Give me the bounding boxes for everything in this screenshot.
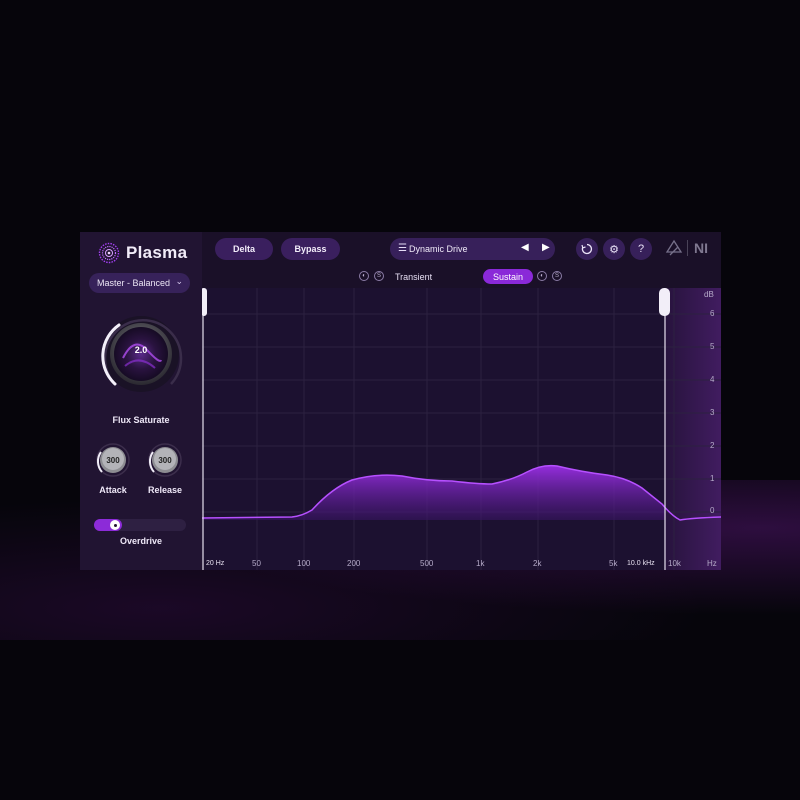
release-value: 300 [158, 455, 172, 465]
overdrive-toggle-thumb [110, 520, 120, 530]
hz-tick-50: 50 [252, 559, 261, 568]
delta-button[interactable]: Delta [215, 238, 273, 260]
preset-browser-bar[interactable]: ☰ Dynamic Drive ◀ ▶ [390, 238, 555, 260]
db-axis-title: dB [704, 290, 714, 299]
previous-preset-icon[interactable]: ◀ [521, 242, 529, 253]
flux-saturate-value: 2.0 [134, 345, 148, 355]
settings-button[interactable]: ⚙ [603, 238, 625, 260]
hz-tick-500: 500 [420, 559, 434, 568]
release-label: Release [147, 485, 183, 495]
help-icon: ? [637, 243, 645, 255]
transient-listen-icon[interactable]: ◐ [359, 271, 369, 281]
master-preset-label: Master - Balanced [97, 278, 171, 288]
high-cut-readout: 10.0 kHz [627, 560, 655, 567]
attack-value: 300 [106, 455, 120, 465]
thumb-dot [114, 524, 117, 527]
hz-tick-100: 100 [297, 559, 311, 568]
help-button[interactable]: ? [630, 238, 652, 260]
preset-name: Dynamic Drive [409, 244, 468, 254]
chevron-down-icon: ⌄ [175, 276, 183, 286]
sustain-mode-button[interactable]: Sustain [483, 269, 533, 284]
db-tick-2: 2 [710, 441, 715, 450]
logo: Plasma [98, 240, 187, 266]
list-icon[interactable]: ☰ [398, 243, 407, 254]
sustain-solo-button[interactable]: S [552, 271, 562, 281]
low-cut-handle [202, 288, 207, 316]
hz-tick-5k: 5k [609, 559, 618, 568]
graph-canvas [202, 288, 721, 570]
overdrive-toggle[interactable] [94, 519, 186, 531]
db-tick-0: 0 [710, 506, 715, 515]
master-preset-select[interactable]: Master - Balanced ⌄ [89, 273, 190, 293]
attack-knob[interactable]: 300 [96, 443, 130, 477]
db-tick-3: 3 [710, 408, 715, 417]
gear-icon: ⚙ [609, 243, 619, 256]
left-panel: Plasma Master - Balanced ⌄ 2.0 Flux Satu… [80, 232, 202, 570]
history-icon [581, 243, 593, 255]
next-preset-icon[interactable]: ▶ [542, 242, 550, 253]
db-tick-4: 4 [710, 375, 715, 384]
spectrum-graph[interactable]: dB 6 5 4 3 2 1 0 20 Hz 50 100 200 500 1k… [202, 288, 721, 570]
db-tick-1: 1 [710, 474, 715, 483]
hz-tick-2k: 2k [533, 559, 542, 568]
hz-tick-1k: 1k [476, 559, 485, 568]
hz-tick-10k: 10k [668, 559, 681, 568]
plasma-plugin-window: Plasma Master - Balanced ⌄ 2.0 Flux Satu… [80, 232, 721, 570]
attack-label: Attack [99, 485, 127, 495]
low-cut-readout: 20 Hz [206, 560, 225, 567]
db-tick-5: 5 [710, 342, 715, 351]
hz-axis-unit: Hz [707, 559, 717, 568]
app-title: Plasma [126, 243, 188, 262]
transient-solo-button[interactable]: S [374, 271, 384, 281]
brand-divider [687, 240, 688, 256]
high-cut-handle [659, 288, 670, 316]
transient-label[interactable]: Transient [395, 272, 432, 282]
izotope-logo-icon [665, 239, 683, 256]
flux-saturate-knob[interactable]: 2.0 [89, 308, 193, 392]
sustain-listen-icon[interactable]: ◐ [537, 271, 547, 281]
flux-saturate-label: Flux Saturate [112, 415, 170, 425]
bypass-button[interactable]: Bypass [281, 238, 340, 260]
ni-logo: NI [694, 240, 708, 256]
db-tick-6: 6 [710, 309, 715, 318]
overdrive-label: Overdrive [119, 536, 163, 546]
plasma-logo-icon [98, 242, 120, 264]
release-knob[interactable]: 300 [148, 443, 182, 477]
header-bar: Delta Bypass ☰ Dynamic Drive ◀ ▶ ⚙ ? NI [202, 232, 721, 316]
mode-row: ◐ S Transient ⵍ⌄ ◐ S [202, 268, 721, 316]
hz-tick-200: 200 [347, 559, 361, 568]
undo-history-button[interactable] [576, 238, 598, 260]
